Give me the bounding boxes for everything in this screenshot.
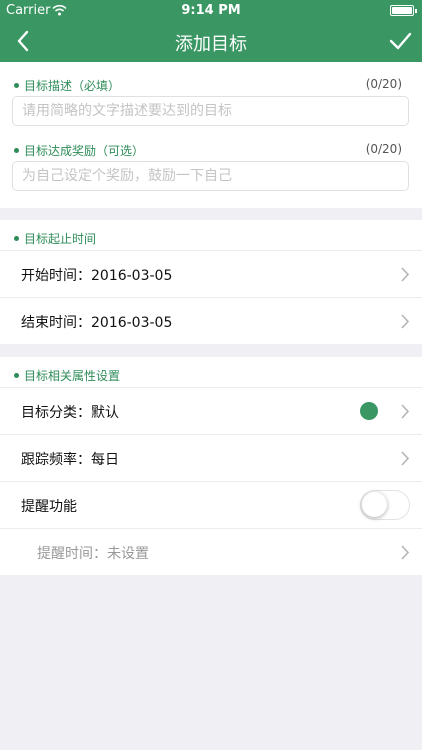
- chevron-right-icon: [401, 314, 410, 329]
- reward-label: 目标达成奖励（可选）: [14, 142, 144, 159]
- description-input[interactable]: [13, 97, 408, 125]
- reminder-time-text: 提醒时间：未设置: [37, 546, 149, 562]
- description-label: 目标描述（必填）: [14, 77, 120, 94]
- description-counter: (0/20): [365, 77, 402, 91]
- reminder-row: 提醒功能: [0, 481, 422, 528]
- status-time: 9:14 PM: [181, 3, 241, 18]
- end-time-text: 结束时间：2016-03-05: [21, 315, 173, 331]
- reminder-text: 提醒功能: [21, 499, 77, 515]
- frequency-text: 跟踪频率：每日: [21, 452, 119, 468]
- description-field[interactable]: [12, 96, 409, 126]
- attributes-label: 目标相关属性设置: [14, 367, 120, 384]
- category-row[interactable]: 目标分类：默认: [0, 387, 422, 434]
- category-text: 目标分类：默认: [21, 405, 119, 421]
- chevron-right-icon: [401, 545, 410, 560]
- end-time-row[interactable]: 结束时间：2016-03-05: [0, 297, 422, 344]
- goal-text-section: 目标描述（必填） (0/20) 目标达成奖励（可选） (0/20): [0, 62, 422, 208]
- reminder-time-row[interactable]: 提醒时间：未设置: [0, 528, 422, 575]
- period-label: 目标起止时间: [14, 230, 96, 247]
- frequency-row[interactable]: 跟踪频率：每日: [0, 434, 422, 481]
- chevron-right-icon: [401, 267, 410, 282]
- top-bar: Carrier 9:14 PM 添加目标: [0, 0, 422, 62]
- goal-attributes-section: 目标相关属性设置 目标分类：默认 跟踪频率：每日 提醒功能 提醒时间：未设置: [0, 357, 422, 575]
- status-bar: Carrier 9:14 PM: [0, 0, 422, 22]
- chevron-right-icon: [401, 404, 410, 419]
- page-title: 添加目标: [175, 34, 247, 55]
- confirm-checkmark-icon[interactable]: [388, 28, 412, 54]
- reward-field[interactable]: [12, 161, 409, 191]
- start-time-row[interactable]: 开始时间：2016-03-05: [0, 250, 422, 297]
- goal-period-section: 目标起止时间 开始时间：2016-03-05 结束时间：2016-03-05: [0, 220, 422, 344]
- reminder-toggle[interactable]: [360, 490, 410, 520]
- toggle-knob: [362, 492, 387, 517]
- reward-input[interactable]: [13, 162, 408, 190]
- reward-counter: (0/20): [365, 142, 402, 156]
- chevron-right-icon: [401, 451, 410, 466]
- start-time-text: 开始时间：2016-03-05: [21, 268, 173, 284]
- category-color-dot: [360, 402, 378, 420]
- battery-icon: [390, 5, 417, 16]
- nav-bar: 添加目标: [0, 22, 422, 62]
